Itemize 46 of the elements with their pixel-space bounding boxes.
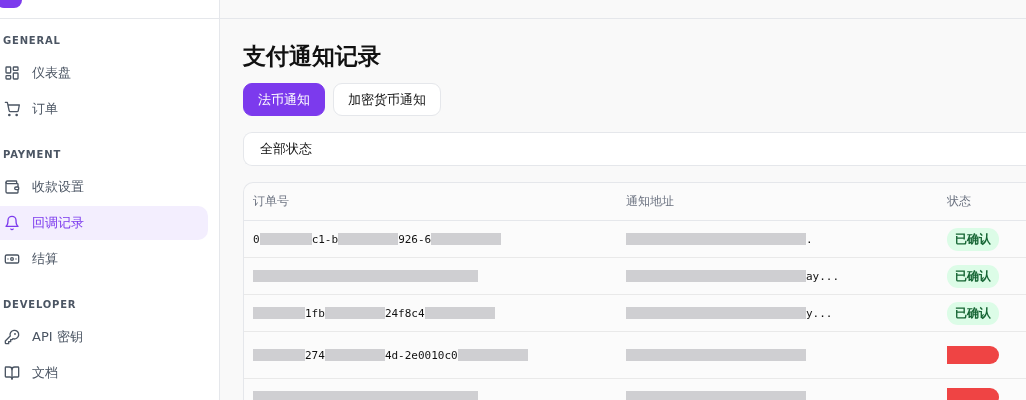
section-heading: DEVELOPER: [2, 298, 78, 312]
status-badge: 已确认: [947, 301, 999, 325]
redacted-block: [457, 349, 528, 361]
partial-text: 24f8c4: [384, 306, 425, 320]
sidebar-item[interactable]: 结算: [0, 242, 208, 276]
redacted-block: [324, 349, 385, 361]
redacted-block: [259, 233, 312, 245]
partial-text: .: [806, 232, 813, 246]
partial-text: 274: [305, 348, 325, 362]
partial-text: 0: [253, 232, 260, 246]
partial-text: 4d-2e0010c0: [384, 348, 458, 362]
sidebar-item[interactable]: 订单: [0, 92, 208, 126]
partial-text: 926-6: [398, 232, 432, 246]
bell-icon: [4, 215, 20, 231]
status-badge: 已确认: [947, 264, 999, 288]
partial-text: 1fb: [305, 306, 325, 320]
grid-icon: [4, 65, 20, 81]
sidebar-item[interactable]: API 密钥: [0, 320, 208, 354]
tab[interactable]: 法币通知: [243, 83, 325, 116]
section-heading: GENERAL: [2, 34, 62, 48]
redacted-block: [338, 233, 399, 245]
cart-icon: [4, 101, 20, 117]
sidebar-item[interactable]: 回调记录: [0, 206, 208, 240]
partial-text: ay...: [806, 269, 840, 283]
redacted-block: [324, 307, 385, 319]
redacted-block: [253, 349, 305, 361]
status-badge: 已确认: [947, 227, 999, 251]
section-heading: PAYMENT: [2, 148, 62, 162]
banknote-icon: [4, 251, 20, 267]
redacted-block: [424, 307, 495, 319]
sidebar-item[interactable]: 收款设置: [0, 170, 208, 204]
page-title: 支付通知记录: [243, 42, 382, 71]
redacted-block: [431, 233, 502, 245]
book-icon: [4, 365, 20, 381]
sidebar-item[interactable]: 仪表盘: [0, 56, 208, 90]
column-header: 通知地址: [617, 183, 938, 221]
partial-text: c1-b: [311, 232, 339, 246]
status-dropdown[interactable]: 全部状态: [243, 132, 1026, 166]
partial-text: y...: [806, 306, 833, 320]
key-icon: [4, 329, 20, 345]
tab[interactable]: 加密货币通知: [333, 83, 441, 116]
column-header: 状态: [938, 183, 1026, 221]
column-header: 订单号: [244, 183, 617, 221]
sidebar-item[interactable]: 文档: [0, 356, 208, 390]
redacted-block: [253, 307, 305, 319]
wallet-icon: [4, 179, 20, 195]
